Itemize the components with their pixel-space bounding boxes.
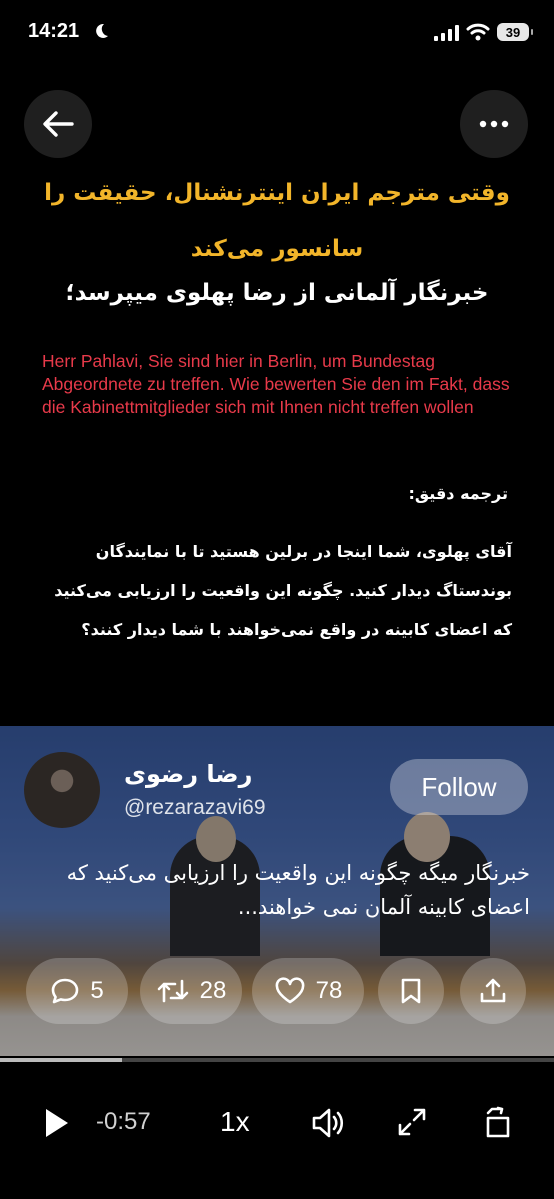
wifi-icon: [466, 23, 490, 41]
german-quote: Herr Pahlavi, Sie sind hier in Berlin, u…: [42, 351, 510, 417]
like-button[interactable]: 78: [252, 958, 364, 1024]
question-title: خبرنگار آلمانی از رضا پهلوی میپرسد؛: [65, 280, 489, 306]
battery-indicator: 39: [497, 23, 533, 41]
volume-icon[interactable]: [310, 1106, 346, 1140]
translation-body: آقای پهلوی، شما اینجا در برلین هستید تا …: [54, 542, 512, 639]
playback-speed-button[interactable]: 1x: [220, 1106, 250, 1138]
translation-label: ترجمه دقیق:: [408, 484, 508, 503]
post-text[interactable]: خبرنگار میگه چگونه این واقعیت را ارزیابی…: [20, 856, 530, 924]
author-avatar[interactable]: [24, 752, 100, 828]
status-time: 14:21: [28, 20, 80, 42]
author-handle[interactable]: @rezarazavi69: [124, 796, 266, 820]
headline: وقتی مترجم ایران اینترنشنال، حقیقت را سا…: [44, 180, 510, 262]
reply-bubble-icon: [52, 978, 79, 1004]
heart-icon: [275, 977, 305, 1004]
bookmark-button[interactable]: [378, 958, 444, 1024]
play-icon[interactable]: [40, 1106, 72, 1140]
rotate-screen-icon[interactable]: [482, 1106, 514, 1140]
arrow-left-icon: [43, 111, 74, 137]
share-icon: [480, 978, 506, 1003]
time-remaining: -0:57: [96, 1108, 151, 1135]
follow-button[interactable]: Follow: [390, 759, 528, 815]
like-count: 78: [315, 977, 343, 1004]
video-progress-fill: [0, 1058, 122, 1062]
back-button[interactable]: [24, 90, 92, 158]
repost-icon: [157, 979, 188, 1003]
repost-button[interactable]: 28: [140, 958, 242, 1024]
share-button[interactable]: [460, 958, 526, 1024]
cellular-signal-icon: [434, 25, 459, 41]
bookmark-icon: [401, 978, 421, 1004]
more-options-button[interactable]: [460, 90, 528, 158]
reply-count: 5: [90, 977, 104, 1004]
author-name[interactable]: رضا رضوی: [124, 760, 252, 788]
reply-button[interactable]: 5: [26, 958, 128, 1024]
repost-count: 28: [199, 977, 227, 1004]
fullscreen-expand-icon[interactable]: [396, 1106, 428, 1138]
ellipsis-icon: [479, 120, 509, 128]
do-not-disturb-moon-icon: [96, 23, 108, 38]
